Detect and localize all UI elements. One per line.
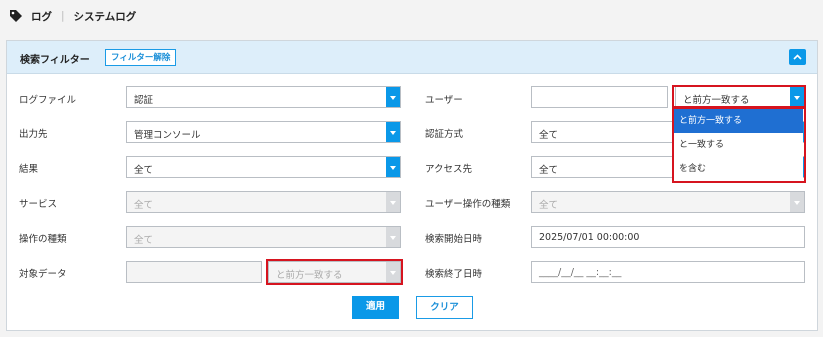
tag-icon [10,10,22,22]
apply-button[interactable]: 適用 [352,296,399,319]
auth-method-label: 認証方式 [425,129,464,140]
filter-header: 検索フィルター フィルター解除 [7,41,817,74]
result-label: 結果 [19,164,39,175]
user-label: ユーザー [425,95,463,106]
breadcrumb: ログ | システムログ [9,8,136,24]
chevron-down-icon [386,122,400,142]
search-start-input[interactable]: 2025/07/01 00:00:00 [531,226,805,248]
breadcrumb-separator: | [61,10,65,22]
search-end-label: 検索終了日時 [425,269,483,280]
target-data-input [126,261,262,283]
log-file-label: ログファイル [19,95,77,106]
search-start-label: 検索開始日時 [425,234,483,245]
output-label: 出力先 [19,129,48,140]
target-data-label: 対象データ [19,269,67,280]
chevron-down-icon [386,227,400,247]
chevron-down-icon [790,192,804,212]
chevron-down-icon [386,87,400,107]
collapse-button[interactable] [789,49,806,65]
user-input[interactable] [531,86,668,108]
user-operation-type-label: ユーザー操作の種類 [425,199,511,210]
clear-button[interactable]: クリア [416,296,473,319]
service-select: 全て [126,191,401,213]
log-file-select[interactable]: 認証 [126,86,401,108]
highlight-box [672,85,806,108]
operation-type-label: 操作の種類 [19,234,67,245]
output-select[interactable]: 管理コンソール [126,121,401,143]
chevron-down-icon [386,157,400,177]
chevron-down-icon [386,192,400,212]
service-label: サービス [19,199,58,210]
highlight-box [266,259,403,285]
search-filter-panel: 検索フィルター フィルター解除 [6,40,818,331]
access-dest-label: アクセス先 [425,164,473,175]
chevron-up-icon [793,54,802,60]
filter-title: 検索フィルター [20,55,90,66]
search-end-input[interactable]: ____/__/__ __:__:__ [531,261,805,283]
user-operation-type-select: 全て [531,191,805,213]
result-select[interactable]: 全て [126,156,401,178]
clear-filter-button[interactable]: フィルター解除 [105,49,177,66]
breadcrumb-current: システムログ [73,10,137,23]
breadcrumb-root[interactable]: ログ [31,9,52,24]
highlight-box [672,107,806,183]
operation-type-select: 全て [126,226,401,248]
